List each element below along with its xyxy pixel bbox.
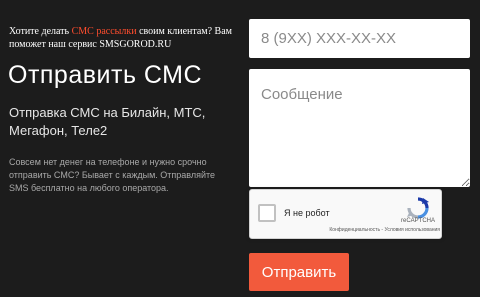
recaptcha-widget: Я не робот reCAPTCHA Конфиденциальность … [249,189,442,239]
message-textarea[interactable] [249,69,470,187]
recaptcha-privacy-link[interactable]: Конфиденциальность [329,227,380,233]
page-title: Отправить СМС [8,61,203,89]
sms-page: Хотите делать СМС рассылки своим клиента… [0,0,480,297]
send-button[interactable]: Отправить [249,253,349,291]
recaptcha-checkbox[interactable] [258,204,276,222]
page-description: Совсем нет денег на телефоне и нужно сро… [9,157,216,193]
promo-highlight-link[interactable]: СМС рассылки [72,26,137,37]
promo-prefix: Хотите делать [9,26,72,37]
recaptcha-terms-link[interactable]: Условия использования [385,227,441,233]
promo-text: Хотите делать СМС рассылки своим клиента… [9,25,247,51]
phone-input[interactable] [249,19,470,58]
recaptcha-label: Я не робот [284,208,330,218]
page-subtitle: Отправка СМС на Билайн, МТС, Мегафон, Те… [9,105,206,138]
recaptcha-brand: reCAPTCHA [400,218,435,224]
recaptcha-terms: Конфиденциальность - Условия использован… [316,227,440,234]
